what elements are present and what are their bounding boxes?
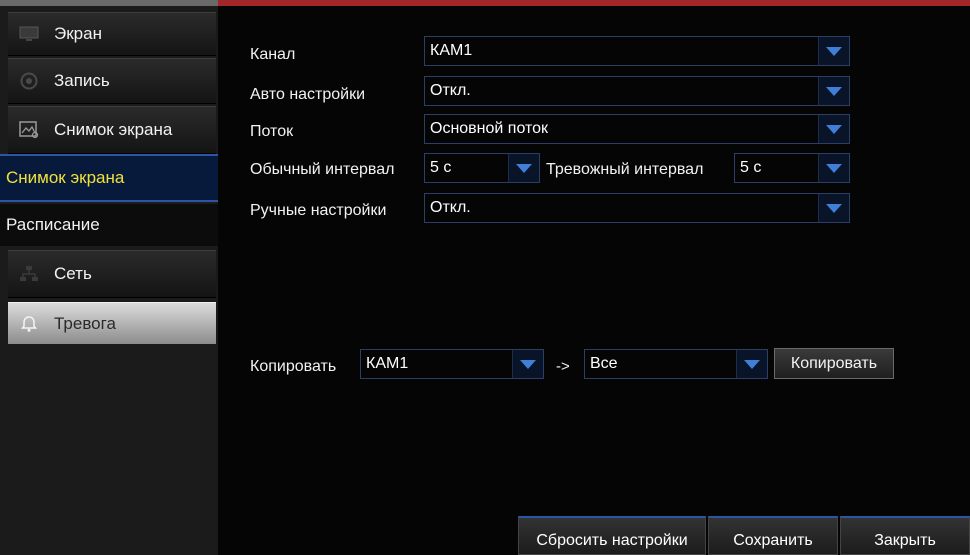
sidebar-item-label: Сеть bbox=[54, 264, 92, 283]
sidebar-item-label: Снимок экрана bbox=[54, 120, 173, 139]
channel-select[interactable]: КАМ1 bbox=[424, 36, 850, 66]
sidebar: Экран Запись Снимок экрана Снимок экрана… bbox=[0, 6, 218, 555]
save-button[interactable]: Сохранить bbox=[708, 516, 838, 555]
chevron-down-icon[interactable] bbox=[818, 154, 849, 182]
sidebar-item-label: Тревога bbox=[54, 313, 116, 333]
stream-select[interactable]: Основной поток bbox=[424, 114, 850, 144]
sidebar-subitem-snapshot[interactable]: Снимок экрана bbox=[0, 154, 218, 202]
chevron-down-icon[interactable] bbox=[818, 115, 849, 143]
record-icon bbox=[18, 72, 40, 90]
alarm-interval-label: Тревожный интервал bbox=[546, 161, 704, 178]
sidebar-item-snapshot[interactable]: Снимок экрана bbox=[8, 106, 216, 154]
stream-label: Поток bbox=[250, 123, 294, 140]
copy-arrow: -> bbox=[556, 358, 570, 375]
channel-label: Канал bbox=[250, 46, 296, 63]
reset-settings-button[interactable]: Сбросить настройки bbox=[518, 516, 706, 555]
sidebar-item-label: Экран bbox=[54, 24, 102, 43]
chevron-down-icon[interactable] bbox=[736, 350, 767, 378]
chevron-down-icon[interactable] bbox=[818, 194, 849, 222]
manual-settings-select[interactable]: Откл. bbox=[424, 193, 850, 223]
sidebar-item-label: Запись bbox=[54, 71, 110, 90]
network-icon bbox=[18, 265, 40, 283]
snapshot-icon bbox=[18, 121, 40, 139]
normal-interval-value: 5 с bbox=[430, 159, 452, 176]
chevron-down-icon[interactable] bbox=[512, 350, 543, 378]
sidebar-item-network[interactable]: Сеть bbox=[8, 250, 216, 298]
alarm-interval-value: 5 с bbox=[740, 159, 762, 176]
chevron-down-icon[interactable] bbox=[818, 77, 849, 105]
sidebar-item-alarm[interactable]: Тревога bbox=[8, 302, 216, 344]
copy-to-value: Все bbox=[590, 355, 618, 372]
copy-button[interactable]: Копировать bbox=[774, 348, 894, 379]
auto-settings-label: Авто настройки bbox=[250, 86, 366, 103]
copy-from-select[interactable]: КАМ1 bbox=[360, 349, 544, 379]
monitor-icon bbox=[18, 25, 40, 43]
copy-from-value: КАМ1 bbox=[366, 355, 409, 372]
auto-settings-select[interactable]: Откл. bbox=[424, 76, 850, 106]
stream-value: Основной поток bbox=[430, 120, 549, 137]
alarm-bell-icon bbox=[18, 315, 40, 333]
normal-interval-label: Обычный интервал bbox=[250, 161, 395, 178]
alarm-interval-select[interactable]: 5 с bbox=[734, 153, 850, 183]
snapshot-settings-panel: Канал КАМ1 Авто настройки Откл. Поток Ос… bbox=[218, 6, 970, 555]
auto-settings-value: Откл. bbox=[430, 82, 471, 99]
close-button[interactable]: Закрыть bbox=[840, 516, 970, 555]
sidebar-item-record[interactable]: Запись bbox=[8, 58, 216, 104]
copy-label: Копировать bbox=[250, 358, 337, 375]
manual-settings-label: Ручные настройки bbox=[250, 202, 387, 219]
sidebar-item-label: Снимок экрана bbox=[6, 168, 125, 187]
chevron-down-icon[interactable] bbox=[508, 154, 539, 182]
normal-interval-select[interactable]: 5 с bbox=[424, 153, 540, 183]
chevron-down-icon[interactable] bbox=[818, 37, 849, 65]
sidebar-item-display[interactable]: Экран bbox=[8, 12, 216, 56]
channel-value: КАМ1 bbox=[430, 42, 473, 59]
sidebar-subitem-schedule[interactable]: Расписание bbox=[0, 204, 218, 246]
copy-to-select[interactable]: Все bbox=[584, 349, 768, 379]
manual-settings-value: Откл. bbox=[430, 199, 471, 216]
sidebar-item-label: Расписание bbox=[6, 215, 100, 234]
